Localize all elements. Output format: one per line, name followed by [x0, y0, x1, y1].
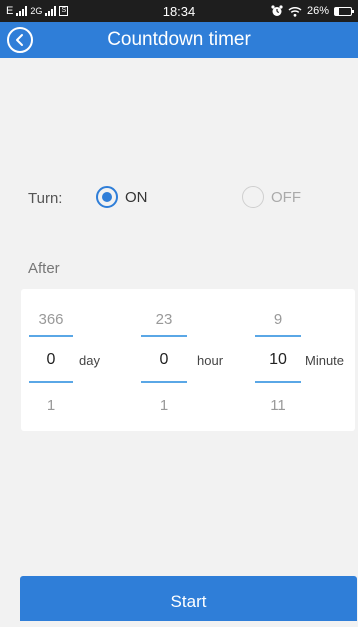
day-bottom-divider — [29, 381, 73, 383]
turn-label: Turn: — [28, 190, 63, 207]
hour-top-divider — [141, 335, 187, 337]
minute-prev-value[interactable]: 9 — [255, 311, 301, 328]
radio-unchecked-icon — [242, 186, 264, 208]
network-2g-label: 2G — [30, 6, 43, 16]
network-e-label: E — [6, 5, 14, 17]
page-title: Countdown timer — [107, 29, 251, 50]
status-bar: E 2G S 18:34 26% — [0, 0, 358, 22]
battery-icon — [334, 6, 354, 16]
minute-current-value[interactable]: 10 — [255, 351, 301, 369]
app-header: Countdown timer — [0, 22, 358, 58]
radio-on-label: ON — [125, 188, 148, 206]
day-unit-label: day — [79, 353, 100, 368]
hour-prev-value[interactable]: 23 — [141, 311, 187, 328]
radio-on[interactable]: ON — [96, 186, 148, 208]
hour-picker[interactable]: 23 0 hour 1 — [141, 289, 241, 431]
status-right: 26% — [271, 5, 354, 17]
radio-off[interactable]: OFF — [242, 186, 301, 208]
minute-top-divider — [255, 335, 301, 337]
signal-icon-2 — [45, 6, 57, 16]
time-picker-card: 366 0 day 1 23 0 hour 1 9 10 Minute 11 — [21, 289, 355, 431]
signal-icon — [16, 6, 28, 16]
radio-off-label: OFF — [271, 188, 301, 206]
day-current-value[interactable]: 0 — [29, 351, 73, 369]
battery-percent: 26% — [306, 5, 329, 17]
after-label: After — [28, 260, 60, 277]
alarm-icon — [271, 5, 283, 16]
wifi-icon — [288, 6, 302, 17]
battery-fill — [335, 7, 340, 15]
minute-next-value[interactable]: 11 — [255, 397, 301, 414]
day-next-value[interactable]: 1 — [29, 397, 73, 414]
sim-icon: S — [59, 6, 69, 16]
day-top-divider — [29, 335, 73, 337]
radio-checked-icon — [96, 186, 118, 208]
minute-unit-label: Minute — [305, 353, 345, 368]
day-prev-value[interactable]: 366 — [29, 311, 73, 328]
minute-bottom-divider — [255, 381, 301, 383]
status-left: E 2G S — [6, 5, 69, 17]
hour-current-value[interactable]: 0 — [141, 351, 187, 369]
hour-bottom-divider — [141, 381, 187, 383]
start-button[interactable]: Start — [20, 576, 357, 621]
day-picker[interactable]: 366 0 day 1 — [29, 289, 129, 431]
hour-unit-label: hour — [197, 353, 224, 368]
minute-picker[interactable]: 9 10 Minute 11 — [255, 289, 355, 431]
hour-next-value[interactable]: 1 — [141, 397, 187, 414]
